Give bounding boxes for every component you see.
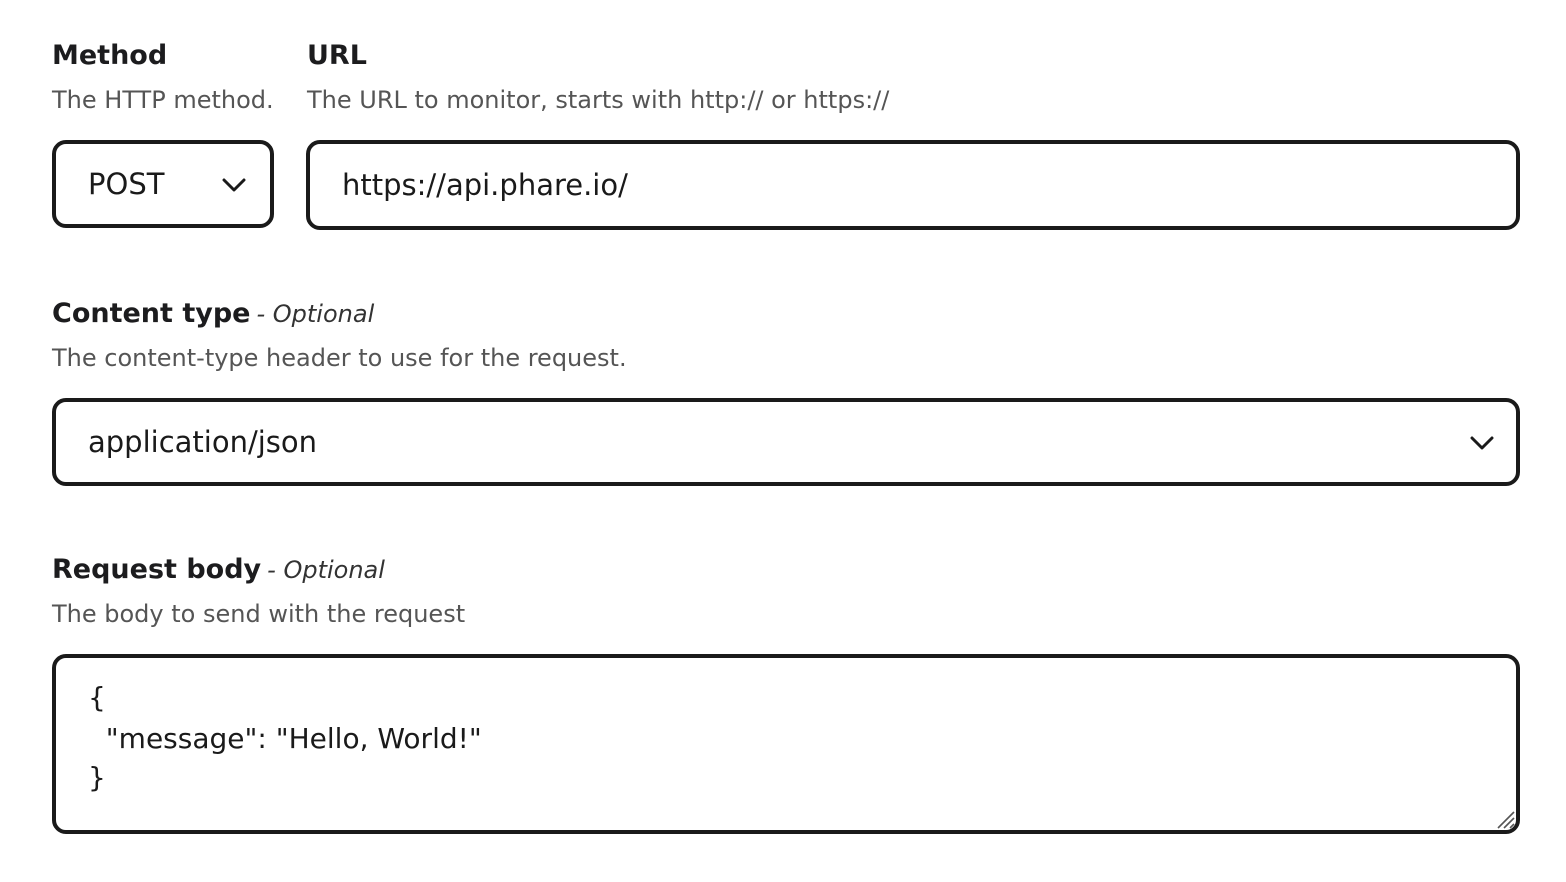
content-type-optional-tag: - Optional (256, 300, 375, 328)
method-help: The HTTP method. (52, 86, 274, 114)
request-body-label-text: Request body (52, 554, 262, 585)
request-body-optional-tag: - Optional (267, 556, 385, 584)
request-body-line: } (88, 761, 106, 794)
method-select[interactable]: POST (52, 140, 274, 228)
chevron-down-icon (222, 178, 246, 192)
content-type-label-text: Content type (52, 298, 251, 329)
content-type-label: Content type - Optional (52, 297, 374, 331)
url-help: The URL to monitor, starts with http:// … (307, 86, 890, 114)
url-input[interactable]: https://api.phare.io/ (306, 140, 1520, 230)
request-body-label: Request body - Optional (52, 553, 385, 587)
content-type-help: The content-type header to use for the r… (52, 344, 627, 372)
url-label: URL (307, 40, 367, 71)
content-type-selected-value: application/json (88, 425, 318, 459)
request-body-textarea[interactable]: { "message": "Hello, World!" } (52, 654, 1520, 834)
request-body-line: { (88, 681, 106, 714)
method-label: Method (52, 40, 168, 71)
chevron-down-icon (1470, 436, 1494, 450)
url-input-value: https://api.phare.io/ (342, 168, 628, 202)
method-selected-value: POST (88, 167, 165, 201)
resize-grip-icon[interactable] (1494, 808, 1516, 830)
request-body-line: "message": "Hello, World!" (88, 722, 482, 755)
request-body-help: The body to send with the request (52, 600, 466, 628)
content-type-select[interactable]: application/json (52, 398, 1520, 486)
